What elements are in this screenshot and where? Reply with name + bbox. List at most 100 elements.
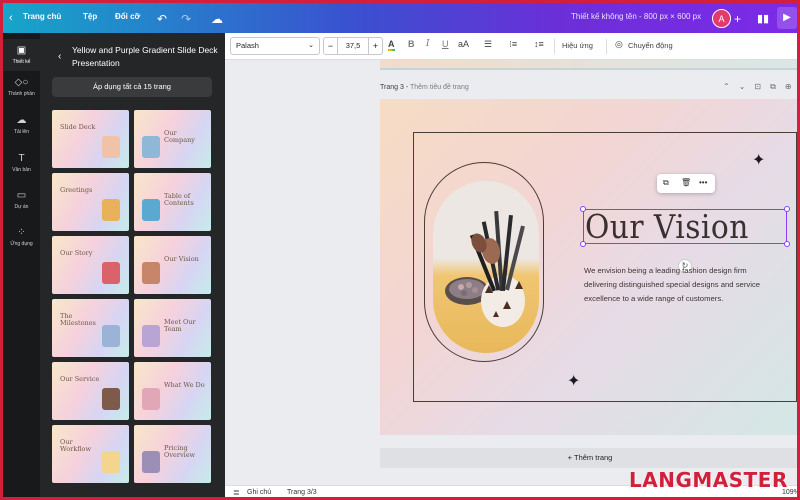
page-counter[interactable]: Trang 3/3 [287, 489, 317, 496]
template-thumbnail[interactable]: The Milestones [52, 299, 129, 357]
italic-button[interactable]: I [426, 39, 430, 49]
home-button[interactable]: Trang chủ [23, 12, 61, 21]
rail-item-label: Văn bản [12, 167, 31, 173]
file-menu[interactable]: Tệp [83, 12, 97, 21]
resize-handle[interactable] [784, 241, 790, 247]
template-thumbnail-image [102, 451, 120, 473]
upload-icon: ☁ [16, 115, 27, 126]
template-thumbnail-image [102, 388, 120, 410]
template-thumbnail-title: The Milestones [60, 312, 96, 327]
slide-heading[interactable]: Our Vision [585, 207, 749, 246]
duplicate-page-icon[interactable]: ⧉ [770, 82, 785, 91]
template-thumbnail-title: Greetings [60, 186, 93, 194]
undo-icon[interactable]: ↶ [157, 12, 167, 26]
template-thumbnail-image [142, 325, 160, 347]
template-thumbnail[interactable]: Slide Deck [52, 110, 129, 168]
font-name: Palash [236, 41, 259, 50]
add-page-button[interactable]: + Thêm trang [380, 448, 797, 468]
template-thumbnail-title: Our Company [164, 129, 195, 144]
rail-item-label: Thành phần [8, 91, 35, 97]
app-window: ‹ Trang chủ Tệp Đổi cỡ ↶ ↷ ☁ Thiết kế kh… [0, 0, 800, 500]
template-thumbnail-image [102, 199, 120, 221]
redo-icon[interactable]: ↷ [181, 12, 191, 26]
letter-case-button[interactable]: aA [458, 39, 469, 49]
template-thumbnail-title: Our Story [60, 249, 93, 257]
template-thumbnail-image [102, 262, 120, 284]
shapes-icon: ◇○ [14, 77, 29, 88]
template-thumbnail[interactable]: What We Do [134, 362, 211, 420]
chevron-left-icon[interactable]: ‹ [9, 12, 13, 24]
makeup-brushes-photo[interactable] [433, 181, 539, 353]
sparkle-icon: ✦ [567, 373, 581, 390]
rail-item-label: Dự án [14, 204, 29, 210]
rail-item-uploads[interactable]: ☁ Tải lên [3, 115, 40, 135]
template-thumbnail[interactable]: Our Vision [134, 236, 211, 294]
underline-button[interactable]: U [442, 39, 449, 49]
template-thumbnail-image [102, 136, 120, 158]
trash-icon[interactable]: 🗑 [681, 178, 691, 187]
rail-item-label: Tải lên [13, 129, 29, 135]
divider [554, 39, 555, 54]
animate-icon[interactable]: ◎ [615, 39, 623, 50]
line-spacing-icon[interactable]: ↕≡ [534, 39, 544, 49]
template-thumbnail[interactable]: Our Story [52, 236, 129, 294]
text-color-button[interactable]: A [388, 39, 395, 51]
notes-button[interactable]: Ghi chú [247, 489, 271, 496]
sparkle-icon: ✦ [752, 152, 766, 169]
font-size-stepper: − 37,5 + [323, 37, 383, 55]
template-thumbnail[interactable]: Our Service [52, 362, 129, 420]
template-thumbnail[interactable]: Pricing Overview [134, 425, 211, 483]
template-thumbnail[interactable]: Meet Our Team [134, 299, 211, 357]
chevron-left-icon[interactable]: ‹ [58, 51, 61, 62]
template-thumbnail[interactable]: Our Company [134, 110, 211, 168]
chevron-up-icon[interactable]: ⌃ [723, 82, 739, 91]
bar-chart-icon[interactable]: ▮▮ [757, 12, 769, 25]
font-size-decrease-button[interactable]: − [324, 38, 338, 54]
rail-item-label: Ứng dụng [10, 241, 33, 247]
template-thumbnail-image [102, 325, 120, 347]
bold-button[interactable]: B [408, 39, 415, 49]
template-thumbnail[interactable]: Table of Contents [134, 173, 211, 231]
template-panel: ‹ Yellow and Purple Gradient Slide Deck … [40, 33, 225, 497]
slide-body-text[interactable]: We envision being a leading fashion desi… [584, 264, 769, 306]
avatar[interactable]: A [712, 9, 731, 28]
lock-icon[interactable]: ⊡ [754, 82, 770, 91]
font-size-input[interactable]: 37,5 [338, 38, 368, 54]
font-size-increase-button[interactable]: + [368, 38, 382, 54]
chevron-down-icon[interactable]: ⌄ [739, 82, 755, 91]
add-page-icon[interactable]: ⊕ [785, 82, 797, 91]
rail-item-text[interactable]: T Văn bản [3, 153, 40, 173]
slide-page[interactable]: ⧉ 🗑 ••• Our Vision ↻ We envision being a… [380, 99, 797, 435]
animate-button[interactable]: Chuyển động [628, 41, 673, 50]
align-left-icon[interactable]: ☰ [484, 39, 492, 50]
chevron-down-icon: ⌄ [308, 42, 314, 49]
present-button[interactable]: ▶ [777, 7, 797, 29]
plus-icon[interactable]: + [734, 12, 741, 26]
layout-icon: ▣ [16, 45, 27, 56]
template-thumbnail[interactable]: Our Workflow [52, 425, 129, 483]
langmaster-watermark: LANGMASTER [629, 468, 788, 492]
notes-icon[interactable]: ≣ [233, 488, 240, 497]
template-thumbnail-image [142, 451, 160, 473]
apply-all-button[interactable]: Áp dụng tất cả 15 trang [52, 77, 212, 97]
font-select[interactable]: Palash ⌄ [230, 37, 320, 55]
canvas-workspace: Trang 3 - Thêm tiêu đề trang ⌃⌄⊡⧉⊕ [225, 60, 797, 485]
rail-item-apps[interactable]: ⁘ Ứng dụng [3, 227, 40, 247]
duplicate-icon[interactable]: ⧉ [663, 178, 669, 188]
page-title-input[interactable]: Thêm tiêu đề trang [410, 84, 469, 91]
rail-item-projects[interactable]: ▭ Dự án [3, 190, 40, 210]
element-context-menu: ⧉ 🗑 ••• [657, 174, 715, 193]
more-icon[interactable]: ••• [699, 178, 707, 187]
resize-handle[interactable] [784, 206, 790, 212]
cloud-icon[interactable]: ☁ [211, 12, 223, 26]
template-thumbnail[interactable]: Greetings [52, 173, 129, 231]
bullet-list-icon[interactable]: ⁝≡ [509, 39, 517, 50]
resize-menu[interactable]: Đổi cỡ [115, 12, 140, 21]
rail-item-elements[interactable]: ◇○ Thành phần [3, 77, 40, 97]
text-toolbar: Palash ⌄ − 37,5 + A B I U aA ☰ ⁝≡ ↕≡ Hiệ… [225, 33, 797, 60]
template-thumbnail-title: Table of Contents [164, 192, 194, 207]
design-title[interactable]: Thiết kế không tên - 800 px × 600 px [571, 12, 701, 21]
previous-page-preview[interactable] [380, 60, 797, 70]
effects-button[interactable]: Hiệu ứng [562, 41, 593, 50]
rail-item-design[interactable]: ▣ Thiết kế [3, 39, 40, 71]
